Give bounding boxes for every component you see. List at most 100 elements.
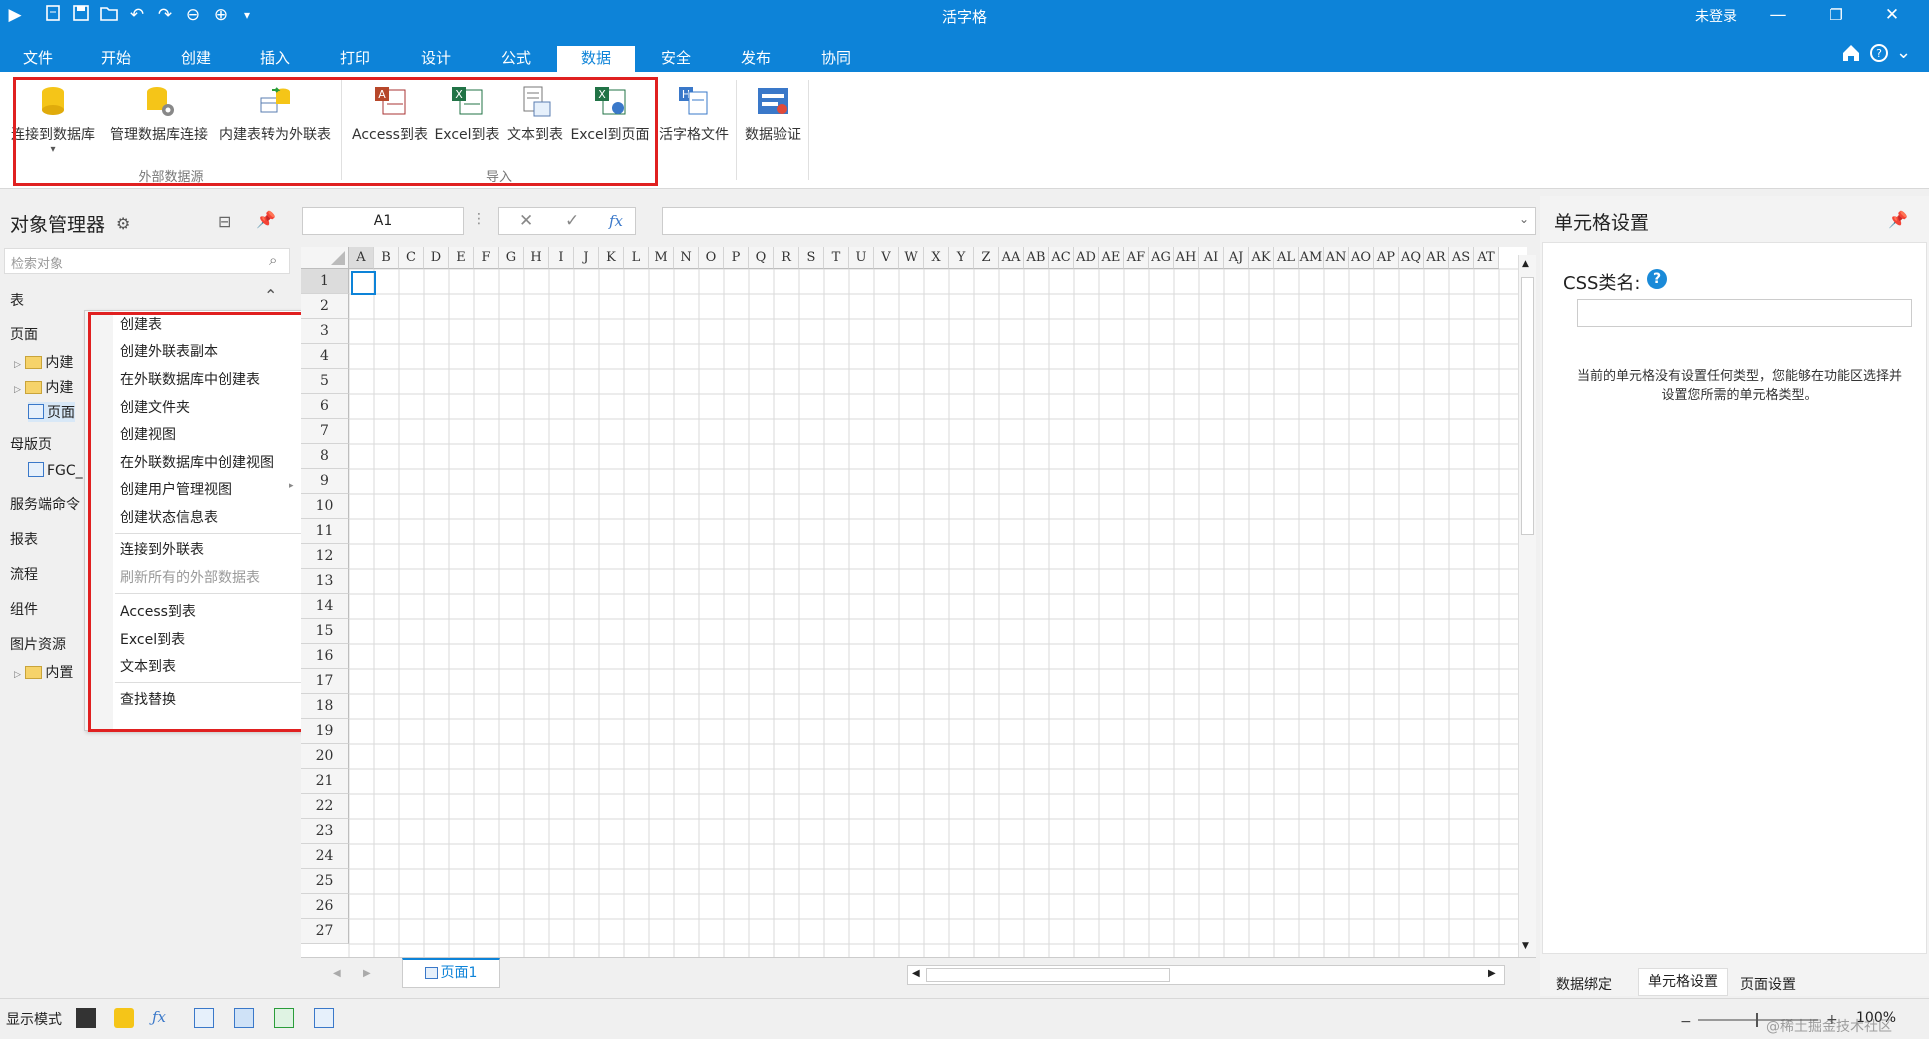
row-header[interactable]: 3 (301, 319, 349, 344)
tab-data[interactable]: 数据 (557, 46, 635, 72)
tree-item-builtin[interactable]: ▷ 内建 (14, 352, 73, 372)
row-header[interactable]: 9 (301, 469, 349, 494)
tab-cell-settings[interactable]: 单元格设置 (1638, 968, 1728, 996)
column-header[interactable]: A (349, 247, 374, 269)
scroll-up-icon[interactable]: ▲ (1522, 259, 1529, 269)
row-header[interactable]: 22 (301, 794, 349, 819)
column-header[interactable]: AA (999, 247, 1024, 269)
column-header[interactable]: AS (1449, 247, 1474, 269)
column-header[interactable]: B (374, 247, 399, 269)
column-header[interactable]: AC (1049, 247, 1074, 269)
zoom-out-icon[interactable]: − (1680, 1014, 1692, 1030)
row-header[interactable]: 27 (301, 919, 349, 944)
scroll-right-icon[interactable]: ▶ (1488, 968, 1496, 979)
column-header[interactable]: Z (974, 247, 999, 269)
formula-input[interactable]: ⌄ (662, 207, 1536, 235)
sheet-tab-page1[interactable]: 页面1 (402, 958, 500, 988)
row-header[interactable]: 5 (301, 369, 349, 394)
database-icon[interactable] (114, 1008, 134, 1028)
layout-icon[interactable] (234, 1008, 254, 1028)
column-header[interactable]: AB (1024, 247, 1049, 269)
row-header[interactable]: 21 (301, 769, 349, 794)
gear-icon[interactable]: ⚙ (116, 214, 130, 233)
tab-file[interactable]: 文件 (10, 46, 66, 72)
column-header[interactable]: AO (1349, 247, 1374, 269)
display-mode-icon[interactable] (76, 1008, 96, 1028)
select-all-corner[interactable] (301, 247, 349, 269)
tab-design[interactable]: 设计 (408, 46, 464, 72)
section-report[interactable]: 报表 (10, 529, 38, 549)
search-icon[interactable]: ⌕ (269, 251, 277, 269)
collapse-all-icon[interactable]: ⊟ (218, 212, 231, 231)
column-header[interactable]: AF (1124, 247, 1149, 269)
row-header[interactable]: 19 (301, 719, 349, 744)
row-header[interactable]: 17 (301, 669, 349, 694)
column-header[interactable]: O (699, 247, 724, 269)
section-server[interactable]: 服务端命令 (10, 494, 80, 514)
column-header[interactable]: AI (1199, 247, 1224, 269)
column-header[interactable]: X (924, 247, 949, 269)
huozige-file-button[interactable]: H 活字格文件 (654, 84, 734, 144)
help-icon[interactable]: ? (1868, 42, 1890, 64)
home-icon[interactable] (1840, 42, 1862, 64)
login-status[interactable]: 未登录 (1695, 6, 1737, 26)
minimize-icon[interactable]: — (1758, 4, 1798, 26)
row-header[interactable]: 8 (301, 444, 349, 469)
zoom-slider-thumb[interactable] (1756, 1013, 1758, 1027)
vertical-scrollbar[interactable]: ▲ ▼ (1518, 255, 1536, 957)
column-header[interactable]: I (549, 247, 574, 269)
pin-icon[interactable]: 📌 (1888, 210, 1908, 229)
tab-security[interactable]: 安全 (648, 46, 704, 72)
section-master[interactable]: 母版页 (10, 434, 52, 454)
column-header[interactable]: U (849, 247, 874, 269)
scroll-thumb[interactable] (1521, 277, 1534, 535)
column-header[interactable]: W (899, 247, 924, 269)
column-header[interactable]: Y (949, 247, 974, 269)
row-header[interactable]: 1 (301, 269, 349, 294)
section-flow[interactable]: 流程 (10, 564, 38, 584)
row-header[interactable]: 12 (301, 544, 349, 569)
row-header[interactable]: 11 (301, 519, 349, 544)
tree-item-page[interactable]: 页面 (28, 402, 75, 422)
row-header[interactable]: 16 (301, 644, 349, 669)
tree-item-builtin-image[interactable]: ▷ 内置 (14, 662, 73, 682)
close-icon[interactable]: ✕ (1872, 4, 1912, 26)
column-header[interactable]: AG (1149, 247, 1174, 269)
tab-data-binding[interactable]: 数据绑定 (1556, 974, 1612, 994)
column-header[interactable]: AP (1374, 247, 1399, 269)
cell-reference-box[interactable]: A1 (302, 207, 464, 235)
column-header[interactable]: S (799, 247, 824, 269)
column-header[interactable]: C (399, 247, 424, 269)
form-icon[interactable] (314, 1008, 334, 1028)
column-header[interactable]: AN (1324, 247, 1349, 269)
row-header[interactable]: 23 (301, 819, 349, 844)
row-header[interactable]: 20 (301, 744, 349, 769)
row-header[interactable]: 6 (301, 394, 349, 419)
table-icon[interactable] (194, 1008, 214, 1028)
tab-formula[interactable]: 公式 (488, 46, 544, 72)
section-component[interactable]: 组件 (10, 599, 38, 619)
column-header[interactable]: AM (1299, 247, 1324, 269)
scroll-down-icon[interactable]: ▼ (1522, 941, 1529, 951)
column-header[interactable]: D (424, 247, 449, 269)
tab-print[interactable]: 打印 (327, 46, 383, 72)
column-header[interactable]: F (474, 247, 499, 269)
row-header[interactable]: 13 (301, 569, 349, 594)
fx-icon[interactable]: ƒx (152, 1008, 172, 1028)
column-header[interactable]: L (624, 247, 649, 269)
column-header[interactable]: AR (1424, 247, 1449, 269)
column-header[interactable]: E (449, 247, 474, 269)
column-header[interactable]: G (499, 247, 524, 269)
column-header[interactable]: AJ (1224, 247, 1249, 269)
column-header[interactable]: T (824, 247, 849, 269)
column-header[interactable]: AD (1074, 247, 1099, 269)
tab-next-icon[interactable]: ▶ (363, 968, 371, 979)
tab-prev-icon[interactable]: ◀ (333, 968, 341, 979)
spreadsheet-grid[interactable]: A B C D E F G H I J K L M N O P Q R S T U V W X Y Z AA AB AC AD AE AF AG… (301, 247, 1527, 957)
tab-publish[interactable]: 发布 (728, 46, 784, 72)
row-header[interactable]: 2 (301, 294, 349, 319)
column-header[interactable]: Q (749, 247, 774, 269)
scroll-left-icon[interactable]: ◀ (912, 968, 920, 979)
section-page[interactable]: 页面 (10, 324, 38, 344)
scroll-thumb[interactable] (926, 968, 1170, 982)
